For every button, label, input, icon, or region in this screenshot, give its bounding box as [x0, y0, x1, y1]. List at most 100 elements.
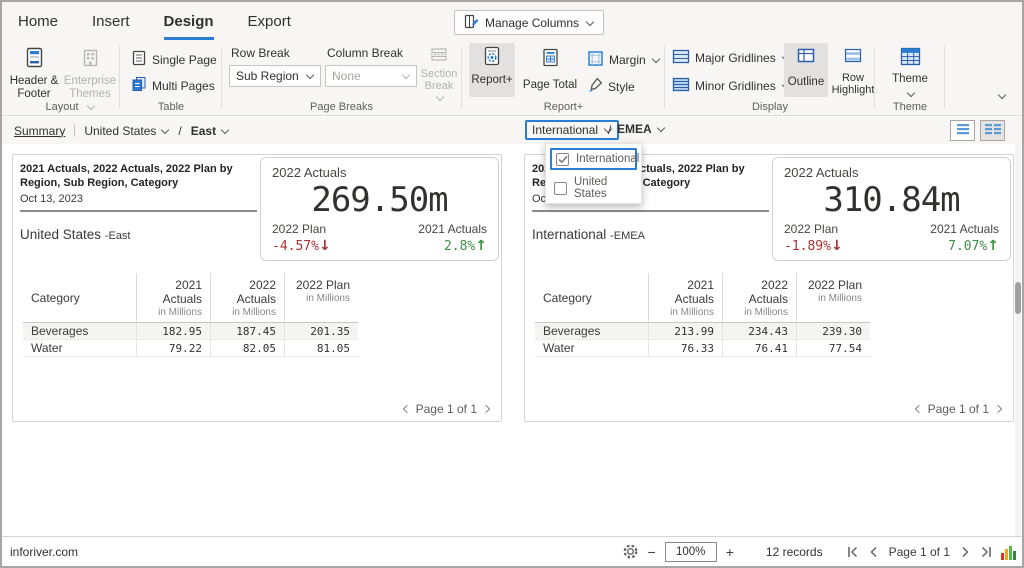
- settings-gear-icon[interactable]: [622, 543, 639, 560]
- multi-pages-button[interactable]: Multi Pages: [131, 76, 215, 95]
- pager-prev-icon[interactable]: [914, 404, 923, 414]
- checkbox-checked-icon[interactable]: [556, 152, 569, 166]
- report-panel-united-states-east: 2021 Actuals, 2022 Actuals, 2022 Plan by…: [12, 154, 502, 422]
- kpi-measure-label: 2022 Actuals: [784, 165, 859, 180]
- zoom-in-button[interactable]: +: [726, 544, 734, 560]
- tab-export[interactable]: Export: [248, 13, 291, 40]
- chevron-down-icon: [401, 70, 411, 80]
- first-page-button[interactable]: [847, 546, 860, 558]
- region-filter-dropdown-menu: International United States: [545, 143, 642, 204]
- table-header-row: Category 2021 Actuals in Millions 2022 A…: [535, 273, 870, 323]
- column-break-select[interactable]: None: [325, 65, 417, 87]
- major-gridlines-button[interactable]: Major Gridlines: [672, 49, 790, 67]
- margin-button[interactable]: Margin: [587, 50, 660, 70]
- report-plus-button[interactable]: Report+: [469, 43, 515, 97]
- minor-gridlines-label: Minor Gridlines: [695, 79, 776, 93]
- zoom-level-input[interactable]: 100%: [664, 541, 717, 562]
- breadcrumb-region-dropdown[interactable]: United States: [84, 124, 170, 138]
- single-list-icon: [956, 122, 970, 140]
- margin-icon: [587, 50, 604, 70]
- page-total-button[interactable]: Page Total: [519, 43, 581, 97]
- dropdown-item-international[interactable]: International: [550, 148, 639, 170]
- filter-subregion-dropdown[interactable]: EMEA: [617, 122, 665, 136]
- manage-columns-button[interactable]: Manage Columns: [454, 10, 605, 35]
- breadcrumb-summary-link[interactable]: Summary: [14, 124, 65, 138]
- inforiver-link[interactable]: inforiver.com: [10, 545, 78, 559]
- panel-pager: Page 1 of 1: [914, 402, 1003, 416]
- ribbon: Header & Footer Enterprise Themes Layout…: [2, 40, 1022, 116]
- last-page-button[interactable]: [979, 546, 992, 558]
- group-label-report-plus: Report+: [543, 101, 584, 113]
- tab-design[interactable]: Design: [163, 13, 214, 40]
- pager-prev-icon[interactable]: [402, 404, 411, 414]
- single-page-button[interactable]: Single Page: [131, 50, 217, 69]
- ribbon-group-layout: Header & Footer Enterprise Themes Layout: [6, 40, 118, 115]
- column-header-category: Category: [31, 291, 80, 305]
- row-break-select[interactable]: Sub Region: [229, 65, 321, 87]
- arrow-up-icon: ↑: [987, 238, 999, 254]
- column-header-2021-actuals: 2021 Actuals in Millions: [136, 273, 210, 322]
- kpi-measure-label: 2022 Actuals: [272, 165, 347, 180]
- manage-columns-icon: [464, 14, 479, 32]
- ribbon-group-theme: Theme Theme: [876, 40, 944, 115]
- kpi-compare-left-label: 2022 Plan: [272, 222, 327, 236]
- checkbox-unchecked-icon[interactable]: [554, 181, 567, 195]
- tab-insert[interactable]: Insert: [92, 13, 130, 40]
- column-header-2022-actuals: 2022 Actuals in Millions: [722, 273, 796, 322]
- manage-columns-label: Manage Columns: [485, 15, 580, 30]
- prev-page-button[interactable]: [869, 546, 878, 558]
- ribbon-separator: [664, 46, 665, 108]
- filter-region-dropdown[interactable]: International: [525, 120, 620, 140]
- style-button[interactable]: Style: [587, 77, 635, 96]
- enterprise-themes-icon: [80, 47, 101, 72]
- row-break-value: Sub Region: [236, 69, 299, 83]
- app-window: Home Insert Design Export Manage Columns…: [0, 0, 1024, 568]
- theme-button[interactable]: Theme: [884, 44, 936, 98]
- row-highlight-button[interactable]: Row Highlight: [832, 43, 874, 97]
- inforiver-logo-icon: [1001, 544, 1016, 560]
- vertical-scrollbar[interactable]: [1015, 144, 1021, 536]
- panel-region-label: International -EMEA: [532, 227, 645, 242]
- header-footer-button[interactable]: Header & Footer: [8, 44, 60, 102]
- column-break-value: None: [332, 69, 361, 83]
- panel-region-label: United States -East: [20, 227, 131, 242]
- row-highlight-icon: [844, 48, 862, 67]
- scrollbar-thumb[interactable]: [1015, 282, 1021, 314]
- single-column-view-button[interactable]: [950, 120, 975, 141]
- ribbon-group-table: Single Page Multi Pages Table: [121, 40, 221, 115]
- pager-next-icon[interactable]: [993, 404, 1003, 414]
- tab-home[interactable]: Home: [18, 13, 58, 40]
- breadcrumb-subregion-dropdown[interactable]: East: [191, 124, 230, 138]
- report-plus-icon: [483, 46, 501, 71]
- pager-text: Page 1 of 1: [415, 402, 477, 416]
- filter-separator: /: [608, 123, 612, 137]
- two-column-view-button[interactable]: [980, 120, 1005, 141]
- column-header-2022-actuals: 2022 Actuals in Millions: [210, 273, 284, 322]
- header-footer-icon: [24, 47, 45, 72]
- chevron-down-icon: [305, 70, 315, 80]
- next-page-button[interactable]: [961, 546, 970, 558]
- theme-label: Theme: [892, 73, 928, 86]
- page-indicator: Page 1 of 1: [888, 544, 950, 559]
- section-break-button[interactable]: Section Break: [419, 45, 459, 102]
- margin-label: Margin: [609, 53, 646, 67]
- kpi-compare-left-label: 2022 Plan: [784, 222, 839, 236]
- kpi-compare-right-value: 7.07%↑: [948, 238, 999, 254]
- theme-icon: [900, 47, 921, 70]
- ribbon-separator: [221, 46, 222, 108]
- pager-next-icon[interactable]: [481, 404, 491, 414]
- arrow-down-icon: ↓: [318, 238, 331, 254]
- zoom-out-button[interactable]: −: [648, 544, 656, 560]
- minor-gridlines-button[interactable]: Minor Gridlines: [672, 77, 790, 95]
- dropdown-item-united-states[interactable]: United States: [550, 176, 637, 200]
- column-break-label: Column Break: [327, 46, 404, 60]
- panel-divider: [20, 210, 257, 212]
- double-list-icon: [984, 122, 1001, 140]
- ribbon-collapse-icon[interactable]: [997, 90, 1007, 100]
- chevron-down-icon: [906, 89, 915, 98]
- kpi-value: 310.84m: [823, 180, 960, 220]
- breadcrumb-divider: [74, 124, 76, 137]
- panel-title: 2021 Actuals, 2022 Actuals, 2022 Plan by…: [20, 163, 233, 190]
- outline-button[interactable]: Outline: [784, 43, 828, 97]
- ribbon-separator: [461, 46, 462, 108]
